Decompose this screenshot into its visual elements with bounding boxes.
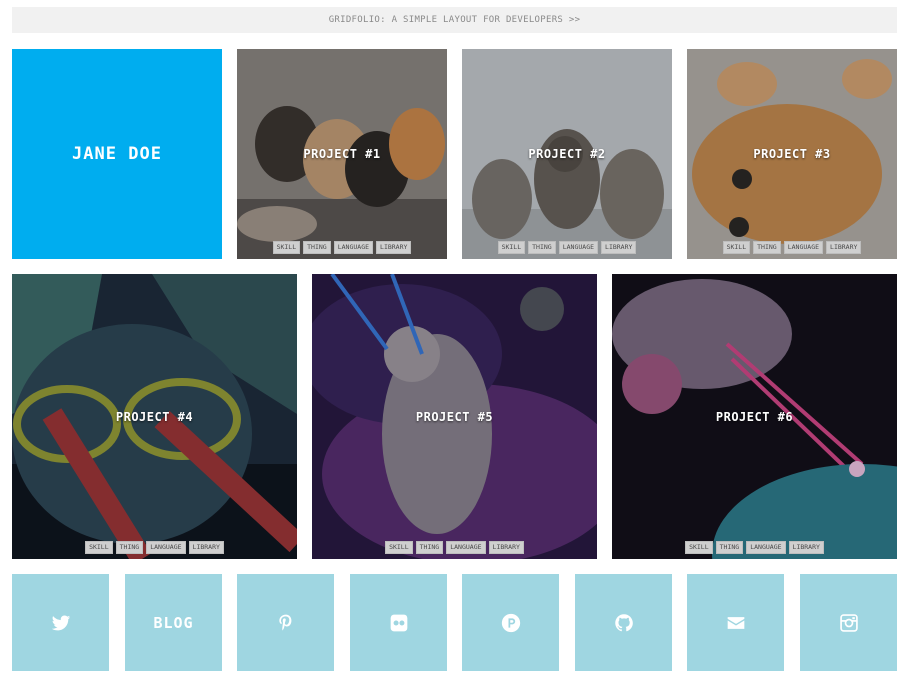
tag-language: LANGUAGE [746,541,786,554]
project-title: PROJECT #6 [715,409,794,424]
project-tags: SKILL THING LANGUAGE LIBRARY [687,241,897,254]
producthunt-link[interactable] [462,574,559,671]
project-title: PROJECT #2 [528,147,606,161]
tag-library: LIBRARY [488,541,524,554]
flickr-icon [390,614,407,631]
tag-library: LIBRARY [601,241,637,254]
tag-skill: SKILL [85,541,113,554]
project-tags: SKILL THING LANGUAGE LIBRARY [237,241,447,254]
project-tags: SKILL THING LANGUAGE LIBRARY [462,241,672,254]
project-tile-1[interactable]: PROJECT #1 SKILL THING LANGUAGE LIBRARY [237,49,447,259]
mail-link[interactable] [687,574,784,671]
project-tags: SKILL THING LANGUAGE LIBRARY [12,541,297,554]
tag-library: LIBRARY [376,241,412,254]
blog-link[interactable]: BLOG [125,574,222,671]
flickr-link[interactable] [350,574,447,671]
pinterest-icon [278,614,291,630]
producthunt-icon [501,613,520,632]
project-tags: SKILL THING LANGUAGE LIBRARY [312,541,597,554]
tag-library: LIBRARY [188,541,224,554]
github-link[interactable] [575,574,672,671]
project-tile-3[interactable]: PROJECT #3 SKILL THING LANGUAGE LIBRARY [687,49,897,259]
twitter-icon [51,615,70,630]
tag-skill: SKILL [385,541,413,554]
project-tile-5[interactable]: PROJECT #5 SKILL THING LANGUAGE LIBRARY [312,274,597,559]
tag-thing: THING [715,541,744,554]
blog-label: BLOG [153,613,194,632]
tag-skill: SKILL [497,241,526,254]
profile-name-tile: JANE DOE [12,49,222,259]
profile-name: JANE DOE [72,144,162,164]
tag-language: LANGUAGE [783,241,824,254]
tag-language: LANGUAGE [446,541,486,554]
header-banner-link[interactable]: GRIDFOLIO: A SIMPLE LAYOUT FOR DEVELOPER… [12,7,897,33]
instagram-link[interactable] [800,574,897,671]
tag-skill: SKILL [722,241,751,254]
project-tags: SKILL THING LANGUAGE LIBRARY [612,541,897,554]
project-title: PROJECT #5 [415,409,494,424]
project-title: PROJECT #3 [753,147,831,161]
tag-library: LIBRARY [826,241,862,254]
instagram-icon [839,613,858,632]
tag-thing: THING [415,541,444,554]
tag-language: LANGUAGE [333,241,374,254]
github-icon [614,613,633,631]
tag-thing: THING [115,541,144,554]
tag-language: LANGUAGE [146,541,186,554]
tag-thing: THING [303,241,331,254]
project-title: PROJECT #1 [303,147,381,161]
tag-skill: SKILL [685,541,713,554]
tag-skill: SKILL [272,241,301,254]
twitter-link[interactable] [12,574,109,671]
tag-thing: THING [528,241,556,254]
project-title: PROJECT #4 [115,409,194,424]
tag-language: LANGUAGE [558,241,599,254]
project-tile-4[interactable]: PROJECT #4 SKILL THING LANGUAGE LIBRARY [12,274,297,559]
pinterest-link[interactable] [237,574,334,671]
mail-icon [727,616,744,629]
project-tile-2[interactable]: PROJECT #2 SKILL THING LANGUAGE LIBRARY [462,49,672,259]
tag-library: LIBRARY [788,541,824,554]
project-tile-6[interactable]: PROJECT #6 SKILL THING LANGUAGE LIBRARY [612,274,897,559]
tag-thing: THING [753,241,781,254]
